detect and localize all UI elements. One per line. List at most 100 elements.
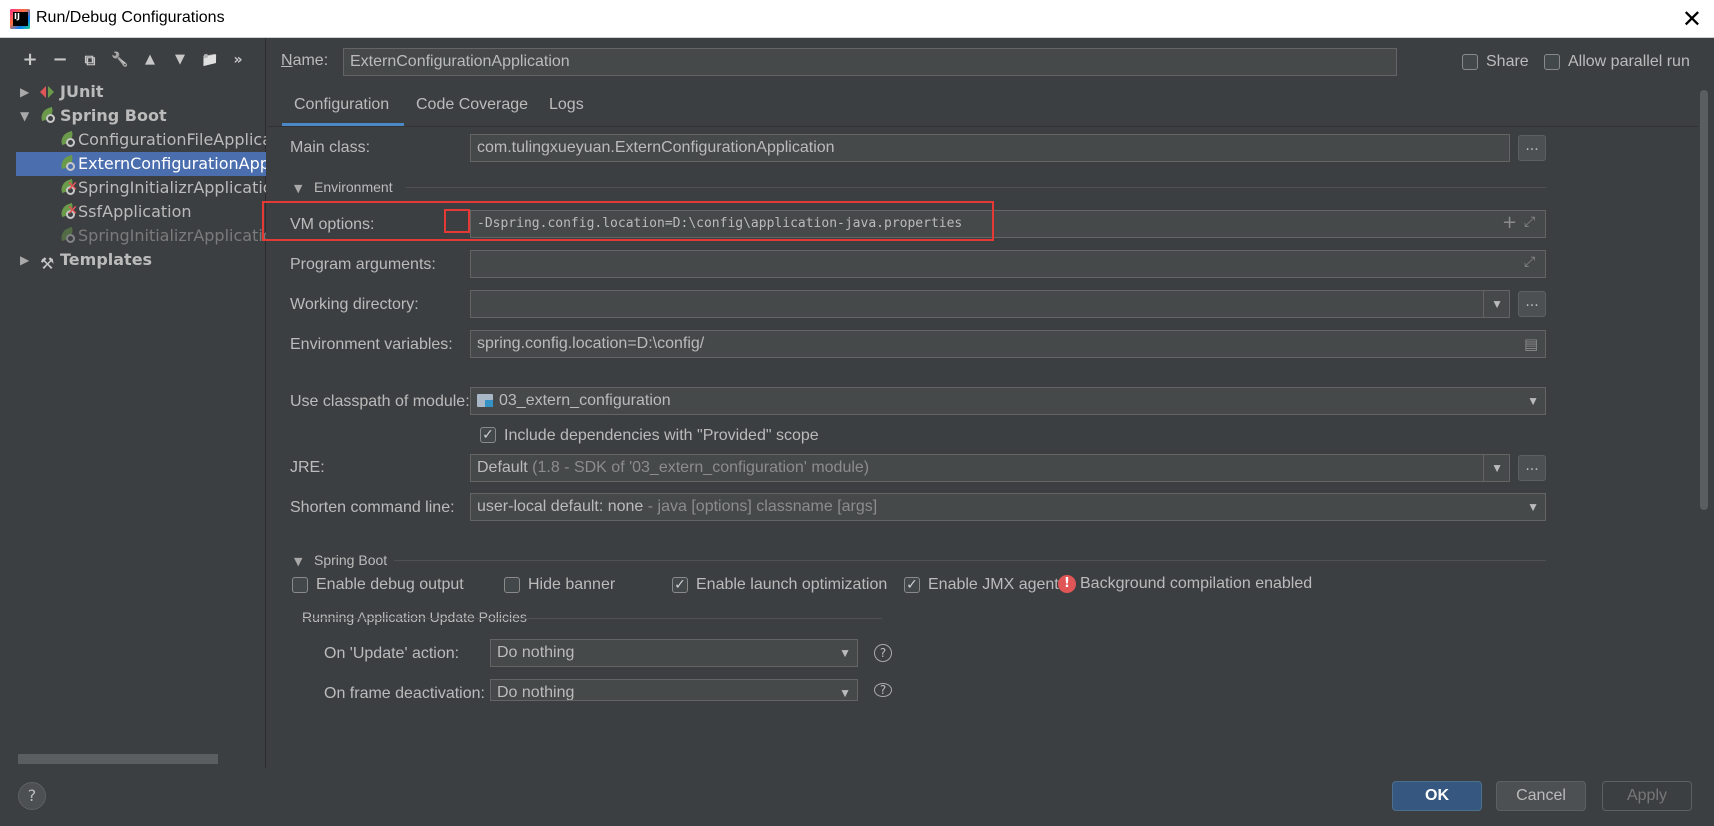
jmx-agent-checkbox[interactable]: ✓ — [904, 577, 920, 593]
help-button[interactable]: ? — [18, 782, 46, 810]
env-vars-field[interactable]: spring.config.location=D:\config/ — [470, 330, 1546, 358]
tree-node-junit[interactable]: ▶ JUnit — [16, 80, 266, 104]
tree-node-templates[interactable]: ▶ ⚒ Templates — [16, 248, 266, 272]
hide-banner-checkbox[interactable] — [504, 577, 520, 593]
tree-item-label: ExternConfigurationAppl — [78, 154, 266, 173]
policies-title: Running Application Update Policies — [302, 609, 527, 625]
highlight-box-small — [444, 209, 470, 233]
wrench-icon: ⚒ — [40, 254, 55, 272]
main-class-browse-button[interactable]: ... — [1518, 135, 1546, 161]
working-dir-browse-button[interactable]: ... — [1518, 291, 1546, 317]
spring-boot-collapse-icon[interactable]: ▼ — [294, 555, 302, 568]
environment-section-label: Environment — [314, 179, 393, 195]
environment-divider — [406, 187, 1546, 188]
tree-node-spring-boot[interactable]: ▼ Spring Boot — [16, 104, 266, 128]
chevron-down-icon[interactable]: ▼ — [1527, 494, 1539, 520]
tree-item-spring-initializr-app-2[interactable]: SpringInitializrApplicatio — [16, 224, 266, 248]
vertical-scrollbar[interactable] — [1700, 90, 1708, 510]
tree-node-label: Spring Boot — [60, 106, 167, 125]
tree-item-label: SpringInitializrApplicatio — [78, 178, 266, 197]
tree-item-ssf-app[interactable]: × SsfApplication — [16, 200, 266, 224]
environment-collapse-icon[interactable]: ▼ — [294, 182, 302, 195]
share-checkbox[interactable] — [1462, 54, 1478, 70]
debug-output-checkbox[interactable] — [292, 577, 308, 593]
tree-item-extern-config-app[interactable]: ExternConfigurationAppl — [16, 152, 266, 176]
shorten-label: Shorten command line: — [290, 499, 455, 516]
chevron-down-icon[interactable]: ▼ — [839, 680, 851, 700]
tree-item-spring-initializr-app[interactable]: × SpringInitializrApplicatio — [16, 176, 266, 200]
remove-icon[interactable]: − — [48, 48, 72, 72]
ok-button[interactable]: OK — [1392, 781, 1482, 811]
horizontal-scrollbar[interactable] — [18, 754, 218, 764]
help-icon[interactable]: ? — [874, 644, 892, 662]
config-tree-panel: + − ⧉ 🔧 ▲ ▼ 📁 » ▶ JUnit ▼ Spring Boot Co… — [16, 38, 266, 768]
tree-item-label: ConfigurationFileApplica — [78, 130, 266, 149]
working-dir-field[interactable]: ▼ — [470, 290, 1510, 318]
name-field[interactable]: ExternConfigurationApplication — [343, 48, 1397, 76]
tab-code-coverage[interactable]: Code Coverage — [416, 96, 528, 114]
window-title: Run/Debug Configurations — [36, 9, 225, 26]
help-icon[interactable]: ? — [874, 683, 892, 697]
move-up-icon[interactable]: ▲ — [138, 48, 162, 72]
add-icon[interactable]: + — [1502, 212, 1517, 233]
move-down-icon[interactable]: ▼ — [168, 48, 192, 72]
add-icon[interactable]: + — [18, 48, 42, 72]
on-update-dropdown[interactable]: Do nothing ▼ — [490, 639, 858, 667]
tree-node-label: JUnit — [60, 82, 104, 101]
intellij-icon — [10, 9, 30, 29]
spring-boot-app-icon — [58, 130, 76, 147]
include-deps-checkbox[interactable]: ✓ — [480, 427, 496, 443]
tab-configuration[interactable]: Configuration — [294, 96, 389, 114]
cancel-button[interactable]: Cancel — [1496, 781, 1586, 811]
close-icon[interactable]: ✕ — [1682, 4, 1702, 34]
tree-node-label: Templates — [60, 250, 153, 269]
tree-item-label: SpringInitializrApplicatio — [78, 226, 266, 245]
tab-logs[interactable]: Logs — [549, 96, 584, 114]
expand-icon[interactable]: ⤢ — [1524, 214, 1535, 230]
jre-dropdown[interactable]: Default (1.8 - SDK of '03_extern_configu… — [470, 454, 1510, 482]
config-editor: Name: ExternConfigurationApplication Sha… — [262, 38, 1714, 768]
chevron-down-icon[interactable]: ▼ — [1527, 388, 1539, 414]
shorten-dropdown[interactable]: user-local default: none - java [options… — [470, 493, 1546, 521]
copy-icon[interactable]: ⧉ — [78, 48, 102, 72]
program-args-field[interactable] — [470, 250, 1546, 278]
junit-icon — [40, 86, 56, 98]
edit-env-icon[interactable]: ▤ — [1524, 335, 1538, 353]
chevron-down-icon[interactable]: ▼ — [1491, 291, 1503, 317]
on-frame-label: On frame deactivation: — [324, 685, 485, 702]
expand-icon[interactable]: ⤢ — [1524, 254, 1535, 270]
name-label: Name: — [281, 52, 329, 69]
apply-button[interactable]: Apply — [1602, 781, 1692, 811]
jre-browse-button[interactable]: ... — [1518, 455, 1546, 481]
share-label: Share — [1486, 53, 1529, 70]
program-args-label: Program arguments: — [290, 256, 436, 273]
collapse-arrow-icon[interactable]: ▼ — [20, 104, 34, 128]
spring-boot-app-error-icon: × — [58, 202, 78, 219]
debug-output-label: Enable debug output — [316, 576, 464, 593]
tree-toolbar: + − ⧉ 🔧 ▲ ▼ 📁 » — [16, 48, 266, 74]
allow-parallel-checkbox[interactable] — [1544, 54, 1560, 70]
more-icon[interactable]: » — [226, 48, 250, 72]
expand-arrow-icon[interactable]: ▶ — [20, 248, 34, 272]
on-frame-dropdown[interactable]: Do nothing ▼ — [490, 679, 858, 701]
chevron-down-icon[interactable]: ▼ — [839, 640, 851, 666]
launch-opt-label: Enable launch optimization — [696, 576, 888, 593]
policies-divider — [302, 618, 882, 619]
classpath-dropdown[interactable]: 03_extern_configuration ▼ — [470, 387, 1546, 415]
spring-boot-divider — [394, 560, 1546, 561]
working-dir-label: Working directory: — [290, 296, 419, 313]
bg-compile-label: Background compilation enabled — [1080, 575, 1313, 592]
wrench-icon[interactable]: 🔧 — [108, 48, 132, 72]
classpath-label: Use classpath of module: — [290, 393, 470, 410]
main-class-field[interactable]: com.tulingxueyuan.ExternConfigurationApp… — [470, 134, 1510, 162]
expand-arrow-icon[interactable]: ▶ — [20, 80, 34, 104]
folder-add-icon[interactable]: 📁 — [198, 48, 222, 72]
spring-boot-section-label: Spring Boot — [314, 552, 388, 568]
launch-opt-checkbox[interactable]: ✓ — [672, 577, 688, 593]
spring-boot-app-error-icon: × — [58, 178, 78, 195]
tree-item-config-file-app[interactable]: ConfigurationFileApplica — [16, 128, 266, 152]
main-class-label: Main class: — [290, 139, 371, 156]
highlight-box — [262, 201, 994, 241]
include-deps-label: Include dependencies with "Provided" sco… — [504, 427, 819, 444]
chevron-down-icon[interactable]: ▼ — [1491, 455, 1503, 481]
